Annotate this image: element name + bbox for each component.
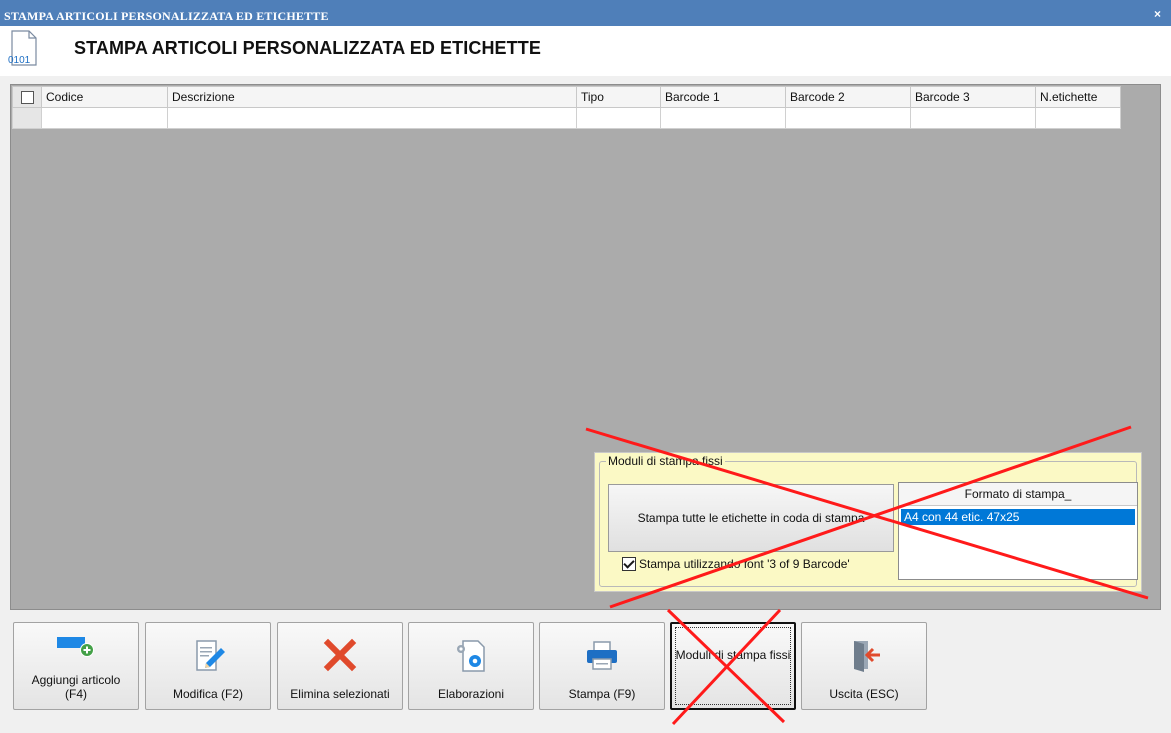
printer-icon xyxy=(587,641,617,670)
add-article-button[interactable]: Aggiungi articolo (F4) xyxy=(13,622,139,710)
page-header: 0101 STAMPA ARTICOLI PERSONALIZZATA ED E… xyxy=(0,26,1171,76)
column-header-codice[interactable]: Codice xyxy=(41,86,168,108)
delete-selected-button[interactable]: Elimina selezionati xyxy=(277,622,403,710)
window-title: STAMPA ARTICOLI PERSONALIZZATA ED ETICHE… xyxy=(4,9,329,23)
table-cell[interactable] xyxy=(660,107,786,129)
table-cell[interactable] xyxy=(785,107,911,129)
barcode-font-label: Stampa utilizzando font '3 of 9 Barcode' xyxy=(639,557,850,571)
fixed-print-modules-label: Moduli di stampa fissi xyxy=(675,648,791,662)
window-titlebar: STAMPA ARTICOLI PERSONALIZZATA ED ETICHE… xyxy=(0,0,1171,26)
group-title: Moduli di stampa fissi xyxy=(606,454,725,468)
column-header-barcode3[interactable]: Barcode 3 xyxy=(910,86,1036,108)
print-button[interactable]: Stampa (F9) xyxy=(539,622,665,710)
edit-label: Modifica (F2) xyxy=(172,687,243,701)
exit-label: Uscita (ESC) xyxy=(829,687,899,701)
table-cell[interactable] xyxy=(1035,107,1121,129)
table-header-row: Codice Descrizione Tipo Barcode 1 Barcod… xyxy=(12,86,1121,108)
gears-icon xyxy=(457,640,485,672)
focus-rectangle xyxy=(675,627,791,705)
fixed-print-modules-panel: Moduli di stampa fissi Stampa tutte le e… xyxy=(594,452,1142,592)
print-format-item[interactable]: A4 con 44 etic. 47x25 xyxy=(901,509,1135,525)
print-label: Stampa (F9) xyxy=(568,687,636,701)
processing-button[interactable]: Elaborazioni xyxy=(408,622,534,710)
processing-label: Elaborazioni xyxy=(437,687,505,701)
table-cell[interactable] xyxy=(167,107,577,129)
articles-table: Codice Descrizione Tipo Barcode 1 Barcod… xyxy=(12,86,1121,129)
print-format-header: Formato di stampa_ xyxy=(899,483,1137,506)
barcode-font-checkbox[interactable]: Stampa utilizzando font '3 of 9 Barcode' xyxy=(622,557,850,571)
fixed-print-modules-group: Moduli di stampa fissi Stampa tutte le e… xyxy=(599,454,1138,587)
table-cell[interactable] xyxy=(910,107,1036,129)
bottom-toolbar: Aggiungi articolo (F4) Modifica (F2) Eli… xyxy=(0,614,1171,733)
select-all-checkbox[interactable] xyxy=(20,91,34,105)
delete-x-icon xyxy=(323,638,357,672)
page-title: STAMPA ARTICOLI PERSONALIZZATA ED ETICHE… xyxy=(74,38,541,58)
row-selector[interactable] xyxy=(12,107,42,129)
select-all-header xyxy=(12,86,42,108)
edit-icon xyxy=(196,640,225,671)
svg-text:0101: 0101 xyxy=(8,55,31,66)
add-article-label: Aggiungi articolo (F4) xyxy=(31,673,121,701)
print-all-labels-button[interactable]: Stampa tutte le etichette in coda di sta… xyxy=(608,484,894,552)
column-header-barcode1[interactable]: Barcode 1 xyxy=(660,86,786,108)
add-article-icon xyxy=(57,637,94,657)
column-header-barcode2[interactable]: Barcode 2 xyxy=(785,86,911,108)
close-icon[interactable]: × xyxy=(1154,7,1161,21)
column-header-netichette[interactable]: N.etichette xyxy=(1035,86,1121,108)
document-binary-icon: 0101 xyxy=(8,30,37,66)
column-header-descrizione[interactable]: Descrizione xyxy=(167,86,577,108)
column-header-tipo[interactable]: Tipo xyxy=(576,86,661,108)
table-row[interactable] xyxy=(12,107,1121,129)
table-cell[interactable] xyxy=(576,107,661,129)
checkbox-checked-icon[interactable] xyxy=(622,557,636,571)
exit-door-icon xyxy=(854,641,880,672)
table-cell[interactable] xyxy=(41,107,168,129)
delete-selected-label: Elimina selezionati xyxy=(290,687,390,701)
print-format-list[interactable]: Formato di stampa_ A4 con 44 etic. 47x25 xyxy=(898,482,1138,580)
exit-button[interactable]: Uscita (ESC) xyxy=(801,622,927,710)
fixed-print-modules-button[interactable]: Moduli di stampa fissi xyxy=(670,622,796,710)
edit-button[interactable]: Modifica (F2) xyxy=(145,622,271,710)
